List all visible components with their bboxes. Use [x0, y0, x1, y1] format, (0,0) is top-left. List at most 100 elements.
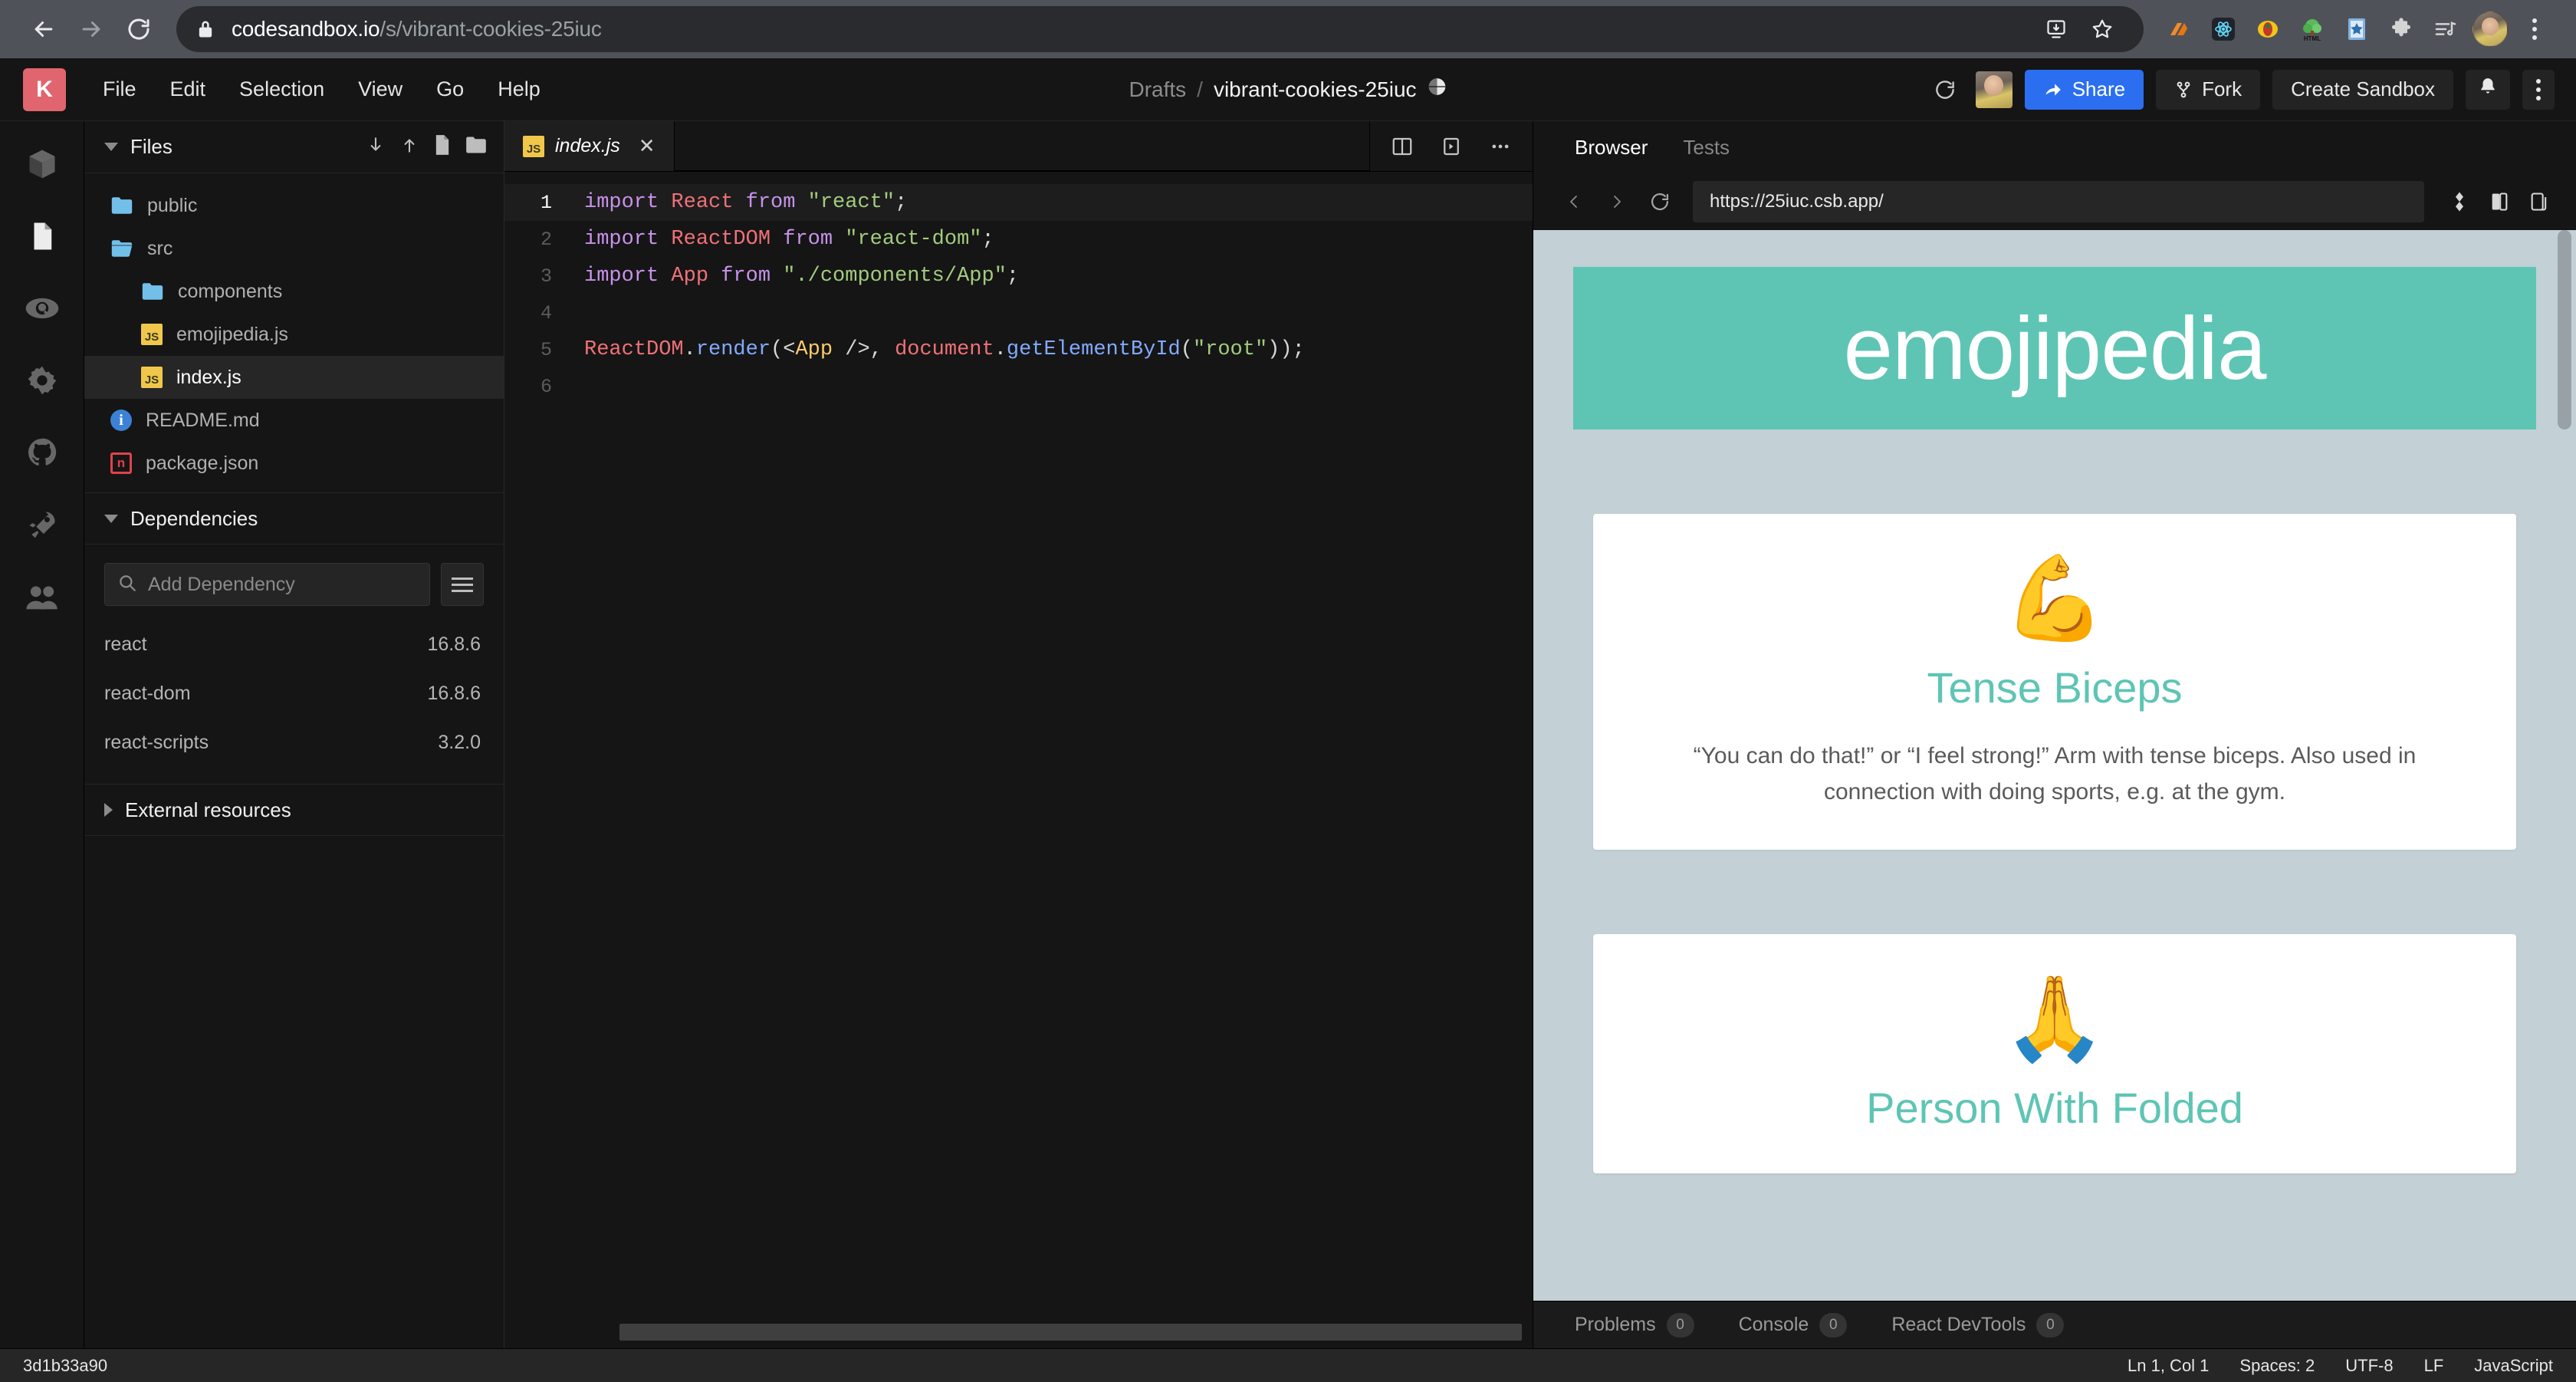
menu-go[interactable]: Go: [419, 70, 481, 109]
line-content: ReactDOM.render(<App />, document.getEle…: [584, 338, 1305, 361]
bug-extension-icon[interactable]: [2246, 8, 2289, 51]
user-avatar[interactable]: [1975, 71, 2013, 108]
breadcrumb-parent[interactable]: Drafts: [1129, 77, 1186, 102]
file-row-emojipedia-js[interactable]: JS emojipedia.js: [84, 313, 504, 356]
code-line: 6: [504, 368, 1533, 405]
sidebar-item-settings[interactable]: [21, 359, 64, 402]
preview-iframe[interactable]: emojipedia 💪 Tense Biceps “You can do th…: [1533, 230, 2576, 1301]
create-sandbox-button[interactable]: Create Sandbox: [2272, 69, 2453, 110]
editor-tab-actions: [1369, 121, 1533, 171]
editor-horizontal-scrollbar[interactable]: [619, 1324, 1522, 1341]
fork-button[interactable]: Fork: [2156, 69, 2261, 110]
cursor-position[interactable]: Ln 1, Col 1: [2128, 1356, 2209, 1376]
menu-file[interactable]: File: [86, 70, 153, 109]
browser-forward-button[interactable]: [67, 5, 115, 53]
more-options-button[interactable]: [2522, 69, 2555, 110]
preview-scrollbar[interactable]: [2558, 230, 2571, 429]
menu-edit[interactable]: Edit: [153, 70, 223, 109]
drive-extension-icon[interactable]: [2157, 8, 2200, 51]
hamburger-icon: [452, 577, 473, 592]
file-row-public[interactable]: public: [84, 184, 504, 227]
external-link-icon[interactable]: [2522, 185, 2556, 219]
react-devtools-extension-icon[interactable]: [2202, 8, 2245, 51]
add-dependency-input[interactable]: Add Dependency: [104, 563, 430, 606]
tab-tests[interactable]: Tests: [1683, 136, 1730, 160]
status-console[interactable]: Console 0: [1739, 1312, 1848, 1338]
menu-help[interactable]: Help: [481, 70, 557, 109]
share-button[interactable]: Share: [2024, 69, 2144, 110]
file-row-readme-md[interactable]: i README.md: [84, 399, 504, 442]
chevron-right-icon[interactable]: [104, 803, 113, 817]
music-queue-extension-icon[interactable]: [2424, 8, 2467, 51]
chrome-menu-kebab-icon[interactable]: [2513, 8, 2556, 51]
preview-pane-icon[interactable]: [1427, 121, 1476, 172]
sandbox-name[interactable]: vibrant-cookies-25iuc: [1214, 77, 1417, 102]
code-editor[interactable]: 1 import React from "react"; 2 import Re…: [504, 172, 1533, 1348]
file-row-src[interactable]: src: [84, 227, 504, 270]
sidebar-item-explorer-package[interactable]: [21, 143, 64, 186]
main-layout: Files public src components JS emojipedi…: [0, 121, 2576, 1348]
breadcrumb-separator: /: [1197, 77, 1203, 101]
sidebar-item-github[interactable]: [21, 431, 64, 474]
preview-reload-button[interactable]: [1642, 184, 1677, 219]
emoji-card[interactable]: 🙏 Person With Folded: [1593, 934, 2516, 1173]
menu-view[interactable]: View: [341, 70, 419, 109]
eol-setting[interactable]: LF: [2424, 1356, 2444, 1376]
notifications-button[interactable]: [2466, 69, 2510, 110]
preview-actions: [2443, 185, 2556, 219]
new-folder-icon[interactable]: [465, 136, 487, 158]
refresh-icon[interactable]: [1927, 71, 1963, 108]
preview-back-button[interactable]: [1556, 184, 1592, 219]
indent-setting[interactable]: Spaces: 2: [2239, 1356, 2315, 1376]
html-tree-extension-icon[interactable]: HTML: [2291, 8, 2334, 51]
chevron-down-icon[interactable]: [104, 514, 118, 523]
install-app-icon[interactable]: [2035, 8, 2078, 51]
profile-avatar[interactable]: [2469, 8, 2512, 51]
status-react-devtools[interactable]: React DevTools 0: [1891, 1312, 2065, 1338]
sidebar-item-live[interactable]: [21, 575, 64, 618]
dependency-row[interactable]: react-dom 16.8.6: [84, 669, 504, 718]
language-mode[interactable]: JavaScript: [2474, 1356, 2553, 1376]
files-panel-header[interactable]: Files: [84, 121, 504, 173]
dependency-row[interactable]: react 16.8.6: [84, 620, 504, 669]
file-row-index-js[interactable]: JS index.js: [84, 356, 504, 399]
responsive-icon[interactable]: [2443, 185, 2476, 219]
line-number: 3: [540, 265, 552, 288]
dependencies-panel-header[interactable]: Dependencies: [84, 492, 504, 545]
tab-browser[interactable]: Browser: [1575, 136, 1648, 160]
status-problems[interactable]: Problems 0: [1575, 1312, 1694, 1338]
external-resources-header[interactable]: External resources: [84, 784, 504, 836]
chevron-down-icon[interactable]: [104, 143, 118, 151]
emoji-card[interactable]: 💪 Tense Biceps “You can do that!” or “I …: [1593, 514, 2516, 851]
open-new-window-icon[interactable]: [2482, 185, 2516, 219]
close-icon[interactable]: ✕: [639, 134, 656, 158]
download-icon[interactable]: [366, 134, 386, 160]
tab-index-js[interactable]: JS index.js ✕: [504, 121, 675, 171]
add-dependency-placeholder: Add Dependency: [148, 573, 295, 595]
preview-url-input[interactable]: https://25iuc.csb.app/: [1693, 181, 2424, 222]
more-horizontal-icon[interactable]: [1476, 121, 1525, 172]
sidebar-item-search[interactable]: [21, 287, 64, 330]
preview-forward-button[interactable]: [1599, 184, 1635, 219]
dependency-row[interactable]: react-scripts 3.2.0: [84, 718, 504, 767]
address-bar[interactable]: codesandbox.io/s/vibrant-cookies-25iuc: [176, 6, 2144, 52]
commit-hash[interactable]: 3d1b33a90: [23, 1356, 107, 1376]
puzzle-extensions-icon[interactable]: [2380, 8, 2423, 51]
file-row-components[interactable]: components: [84, 270, 504, 313]
star-icon[interactable]: [2081, 8, 2124, 51]
emoji-name: Person With Folded: [1866, 1084, 2243, 1133]
encoding-setting[interactable]: UTF-8: [2345, 1356, 2393, 1376]
browser-reload-button[interactable]: [115, 5, 163, 53]
file-row-package-json[interactable]: n package.json: [84, 442, 504, 485]
browser-back-button[interactable]: [20, 5, 67, 53]
pocket-extension-icon[interactable]: [2335, 8, 2378, 51]
app-logo[interactable]: K: [23, 67, 66, 111]
new-file-icon[interactable]: [433, 134, 452, 160]
sidebar-item-files[interactable]: [21, 215, 64, 258]
menu-selection[interactable]: Selection: [222, 70, 341, 109]
dependency-menu-button[interactable]: [441, 563, 484, 606]
split-pane-icon[interactable]: [1378, 121, 1427, 172]
upload-icon[interactable]: [399, 134, 419, 160]
editor-panel: JS index.js ✕ 1 import React from "react…: [504, 121, 1533, 1348]
sidebar-item-deploy[interactable]: [21, 503, 64, 546]
